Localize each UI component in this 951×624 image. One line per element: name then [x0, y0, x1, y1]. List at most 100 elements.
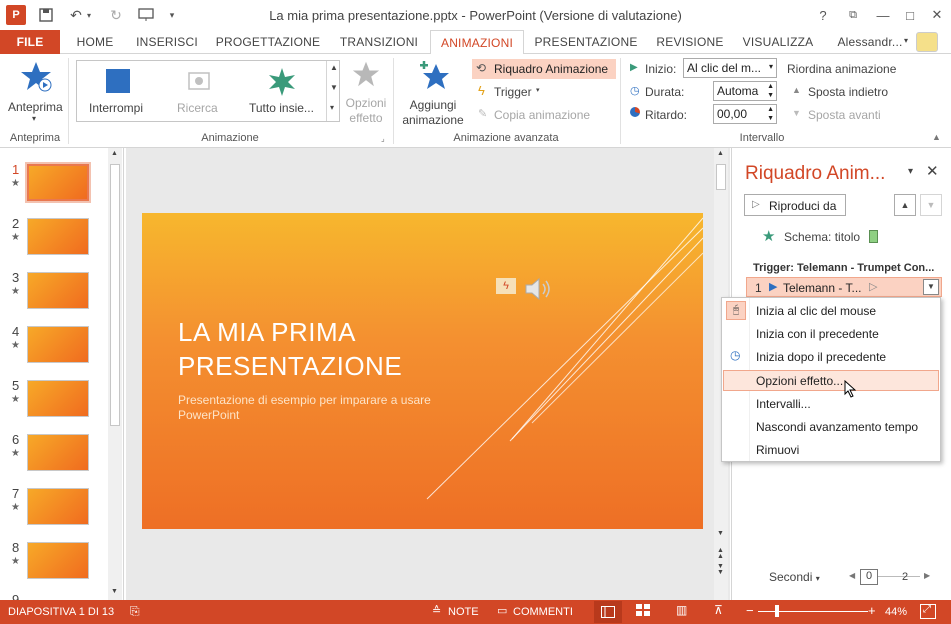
minimize-button[interactable]: —: [870, 4, 896, 26]
slide-canvas[interactable]: LA MIA PRIMA PRESENTAZIONE Presentazione…: [142, 213, 703, 529]
notes-button[interactable]: NOTE: [448, 606, 479, 618]
avatar[interactable]: [916, 32, 938, 52]
scroll-down-icon[interactable]: ▼: [717, 530, 724, 537]
inizio-select[interactable]: Al clic del m... ▾: [683, 58, 777, 78]
thumb-image[interactable]: [27, 164, 89, 201]
normal-view-button[interactable]: [594, 601, 622, 623]
anteprima-button[interactable]: Anteprima ▾: [4, 58, 66, 123]
zoom-out-button[interactable]: −: [746, 603, 754, 618]
slide-sorter-button[interactable]: [636, 604, 656, 620]
zoom-in-button[interactable]: +: [868, 603, 876, 618]
thumb-image[interactable]: [27, 326, 89, 363]
tab-presentazione[interactable]: PRESENTAZIONE: [530, 30, 642, 54]
riordina-label: Riordina animazione: [787, 62, 897, 76]
durata-field[interactable]: Automa ▲ ▼: [713, 81, 777, 101]
gallery-item-label: Interrompi: [89, 101, 144, 115]
previous-slide-icon[interactable]: ▲ ▲: [717, 547, 724, 560]
gallery-more-icon[interactable]: ▾: [330, 103, 334, 112]
gallery-item-interrompi[interactable]: Interrompi: [81, 63, 153, 119]
help-button[interactable]: ?: [810, 4, 836, 26]
tab-revisione[interactable]: REVISIONE: [650, 30, 730, 54]
gallery-item-label: Tutto insie...: [249, 101, 314, 115]
thumb-image[interactable]: [27, 272, 89, 309]
spinner-icon[interactable]: ▲ ▼: [767, 82, 774, 100]
scroll-down-icon[interactable]: ▼: [111, 588, 118, 595]
animation-list-item[interactable]: 1 ▶ Telemann - T... ▷ ▼: [746, 277, 942, 297]
slide-title[interactable]: LA MIA PRIMA PRESENTAZIONE: [178, 315, 402, 383]
animation-star-icon: ★: [11, 394, 20, 405]
scroll-thumb[interactable]: [110, 164, 120, 426]
thumb-image[interactable]: [27, 542, 89, 579]
gallery-scroll[interactable]: ▲ ▼ ▾: [326, 61, 340, 121]
pane-options-icon[interactable]: ▾: [908, 166, 913, 177]
schema-color-swatch: [869, 230, 878, 243]
status-bar: DIAPOSITIVA 1 DI 13 ⎘ ≙ NOTE ▭ COMMENTI …: [0, 600, 951, 624]
dialog-launcher-icon[interactable]: ⌟: [381, 134, 385, 143]
slideshow-button[interactable]: ⊼: [714, 603, 723, 617]
slide-subtitle[interactable]: Presentazione di esempio per imparare a …: [178, 393, 431, 423]
move-down-button[interactable]: ▼: [920, 194, 942, 216]
ritardo-field[interactable]: 00,00 ▲ ▼: [713, 104, 777, 124]
slide-counter[interactable]: DIAPOSITIVA 1 DI 13: [8, 606, 114, 618]
thumb-image[interactable]: [27, 488, 89, 525]
item-dropdown-button[interactable]: ▼: [923, 279, 939, 295]
user-dropdown-icon[interactable]: ▾: [904, 36, 908, 45]
tab-visualizza[interactable]: VISUALIZZA: [738, 30, 818, 54]
ribbon-display-options-icon[interactable]: ⧉: [840, 4, 866, 26]
trigger-marker-icon[interactable]: ϟ: [496, 278, 516, 294]
seconds-dropdown[interactable]: Secondi ▾: [769, 570, 820, 584]
gallery-down-icon[interactable]: ▼: [330, 83, 338, 92]
speaker-icon[interactable]: [524, 277, 554, 301]
tab-file[interactable]: FILE: [0, 30, 60, 54]
menu-item-intervalli[interactable]: Intervalli...: [756, 397, 811, 411]
menu-item-inizia-dopo-precedente[interactable]: Inizia dopo il precedente: [756, 350, 886, 364]
reading-view-button[interactable]: ▥: [676, 603, 687, 617]
thumbnail-scrollbar[interactable]: ▲ ▼: [108, 148, 122, 600]
spinner-icon[interactable]: ▲ ▼: [767, 105, 774, 123]
menu-item-nascondi-avanzamento[interactable]: Nascondi avanzamento tempo: [756, 420, 918, 434]
sposta-avanti-button[interactable]: ▼ Sposta avanti: [792, 106, 902, 124]
play-from-button[interactable]: ▷ Riproduci da: [744, 194, 846, 216]
close-button[interactable]: ✕: [924, 4, 950, 26]
gallery-item-ricerca[interactable]: Ricerca: [163, 63, 235, 119]
fit-slide-button[interactable]: ⤢: [920, 604, 936, 619]
scroll-up-icon[interactable]: ▲: [717, 150, 724, 157]
gallery-item-tutto-insieme[interactable]: Tutto insie...: [243, 63, 323, 119]
animation-gallery[interactable]: Interrompi Ricerca Tutto insie... ▲ ▼ ▾: [76, 60, 340, 122]
spelling-icon[interactable]: ⎘: [130, 604, 140, 619]
tab-animazioni[interactable]: ANIMAZIONI: [430, 30, 524, 55]
zoom-slider-thumb[interactable]: [775, 605, 779, 617]
menu-item-inizia-al-clic[interactable]: Inizia al clic del mouse: [756, 304, 876, 318]
scroll-thumb[interactable]: [716, 164, 726, 190]
move-up-button[interactable]: ▲: [894, 194, 916, 216]
menu-item-opzioni-effetto[interactable]: Opzioni effetto...: [756, 374, 843, 388]
user-name[interactable]: Alessandr...: [830, 30, 910, 54]
aggiungi-animazione-button[interactable]: Aggiungi animazione: [398, 58, 468, 128]
comments-button[interactable]: COMMENTI: [513, 606, 573, 618]
riquadro-animazione-button[interactable]: ⟲ Riquadro Animazione: [472, 59, 616, 79]
painter-icon: ✎: [478, 108, 488, 120]
tab-home[interactable]: HOME: [66, 30, 124, 54]
gallery-up-icon[interactable]: ▲: [330, 63, 338, 72]
tab-inserisci[interactable]: INSERISCI: [132, 30, 202, 54]
collapse-ribbon-icon[interactable]: ▲: [932, 132, 941, 142]
menu-item-inizia-con-precedente[interactable]: Inizia con il precedente: [756, 327, 879, 341]
slide-edit-area: LA MIA PRIMA PRESENTAZIONE Presentazione…: [126, 148, 730, 600]
thumb-image[interactable]: [27, 218, 89, 255]
sposta-indietro-button[interactable]: ▲ Sposta indietro: [792, 83, 902, 101]
tab-progettazione[interactable]: PROGETTAZIONE: [212, 30, 324, 54]
tab-transizioni[interactable]: TRANSIZIONI: [334, 30, 424, 54]
pane-close-icon[interactable]: ✕: [926, 162, 939, 180]
next-slide-icon[interactable]: ▼ ▼: [717, 563, 724, 576]
timeline-left-icon[interactable]: ◀: [849, 571, 855, 580]
maximize-button[interactable]: □: [897, 4, 923, 26]
scroll-up-icon[interactable]: ▲: [111, 150, 118, 157]
thumb-image[interactable]: [27, 380, 89, 417]
zoom-level[interactable]: 44%: [885, 606, 907, 618]
thumb-image[interactable]: [27, 434, 89, 471]
menu-item-rimuovi[interactable]: Rimuovi: [756, 443, 799, 457]
opzioni-effetto-button[interactable]: Opzioni effetto: [342, 58, 390, 128]
timeline-right-icon[interactable]: ▶: [924, 571, 930, 580]
copia-animazione-button[interactable]: ✎ Copia animazione: [476, 106, 596, 124]
trigger-button[interactable]: ϟ Trigger ▾: [476, 83, 576, 101]
